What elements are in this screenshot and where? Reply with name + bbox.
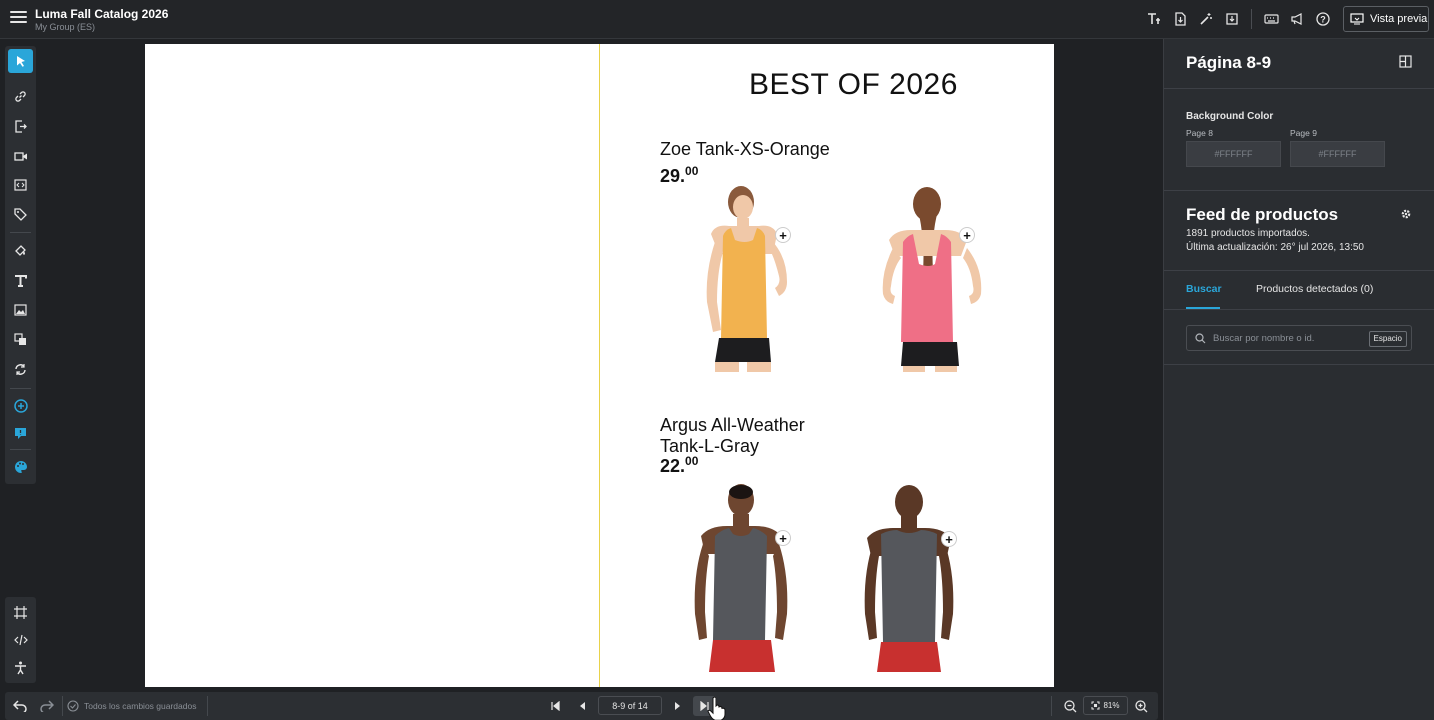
panel-divider [1164,364,1434,365]
fit-screen-icon [1091,701,1100,710]
page-8-color-swatch[interactable]: #FFFFFF [1186,141,1281,167]
first-page-icon[interactable] [545,697,565,715]
product-hotspot-plus[interactable]: + [941,531,957,547]
page-spine [599,44,600,687]
add-circle-icon[interactable] [8,394,33,418]
page-9-color-swatch[interactable]: #FFFFFF [1290,141,1385,167]
magic-wand-icon[interactable] [1195,9,1217,29]
product-search-box: Espacio [1186,325,1412,351]
product-photo-pink-back[interactable] [875,184,995,372]
video-tool-icon[interactable] [8,144,33,168]
panel-title: Página 8-9 [1186,53,1272,72]
document-title: Luma Fall Catalog 2026 [35,7,169,21]
megaphone-icon[interactable] [1286,9,1308,29]
price-decimal: 00 [685,164,699,178]
image-tool-icon[interactable] [8,298,33,322]
page-heading[interactable]: BEST OF 2026 [749,68,958,102]
accessibility-icon[interactable] [8,656,33,680]
panel-divider [1164,88,1434,89]
bottom-divider [1051,696,1052,716]
page-link-icon[interactable] [8,114,33,138]
product-feed-title: Feed de productos [1186,205,1339,224]
help-icon[interactable]: ? [1312,9,1334,29]
tool-rail-bottom [5,597,36,683]
hand-cursor-icon [707,696,726,720]
product-photo-orange-front[interactable] [693,180,803,372]
background-color-label: Background Color [1186,111,1274,122]
redo-icon[interactable] [37,697,57,715]
price-int: 22. [660,456,686,476]
panel-divider [1164,190,1434,191]
bottom-divider [207,696,208,716]
price-decimal: 00 [685,454,699,468]
next-page-icon[interactable] [668,697,688,715]
tool-rail-divider [10,232,31,233]
hamburger-menu-icon[interactable] [10,11,27,27]
code-icon[interactable] [8,628,33,652]
product-hotspot-plus[interactable]: + [775,227,791,243]
product-photo-gray-back[interactable] [859,482,959,672]
page-9-label: Page 9 [1290,128,1317,138]
feed-import-count: 1891 productos importados. [1186,228,1310,239]
product-hotspot-plus[interactable]: + [775,530,791,546]
fill-tool-icon[interactable] [8,238,33,262]
preview-label: Vista previa [1370,13,1428,25]
search-shortcut-key: Espacio [1368,331,1407,347]
tool-rail-divider [10,449,31,450]
zoom-out-icon[interactable] [1060,697,1080,715]
group-name: My Group (ES) [35,22,96,32]
panel-divider [1164,309,1434,310]
crop-grid-icon[interactable] [8,600,33,624]
page-8-label: Page 8 [1186,128,1213,138]
catalog-spread[interactable]: BEST OF 2026 Zoe Tank-XS-Orange 29.00 + … [145,44,1054,687]
panel-divider [1164,270,1434,271]
link-tool-icon[interactable] [8,84,33,108]
refresh-icon[interactable] [8,357,33,381]
save-status: Todos los cambios guardados [84,701,197,711]
zoom-in-icon[interactable] [1131,697,1151,715]
select-tool-icon[interactable] [8,49,33,73]
product-search-input[interactable] [1213,330,1363,346]
layers-tool-icon[interactable] [8,327,33,351]
previous-page-icon[interactable] [572,697,592,715]
monitor-icon [1350,13,1364,25]
undo-icon[interactable] [10,697,30,715]
saved-check-icon [63,697,83,715]
document-export-icon[interactable] [1169,9,1191,29]
product-photo-gray-front[interactable] [691,480,803,672]
search-icon [1195,333,1206,344]
toolbar-divider [1251,9,1252,29]
page-indicator[interactable]: 8-9 of 14 [598,696,662,715]
gear-icon[interactable] [1400,207,1412,225]
zoom-level[interactable]: 81% [1083,696,1128,715]
tab-detected-products[interactable]: Productos detectados (0) [1256,283,1373,295]
product-name[interactable]: Argus All-Weather Tank-L-Gray [660,415,805,457]
price-int: 29. [660,166,686,186]
top-bar: Luma Fall Catalog 2026 My Group (ES) ? V… [0,0,1434,39]
download-icon[interactable] [1221,9,1243,29]
keyboard-icon[interactable] [1260,9,1282,29]
preview-button[interactable]: Vista previa [1343,6,1429,32]
palette-icon[interactable] [8,455,33,479]
properties-panel: Página 8-9 Background Color Page 8 Page … [1163,39,1434,720]
zoom-value: 81% [1103,701,1120,710]
product-price[interactable]: 22.00 [660,454,698,477]
svg-text:?: ? [1320,15,1326,25]
comment-icon[interactable] [8,421,33,445]
tag-tool-icon[interactable] [8,202,33,226]
product-name[interactable]: Zoe Tank-XS-Orange [660,139,830,160]
product-name-line1: Argus All-Weather [660,415,805,435]
tab-search[interactable]: Buscar [1186,283,1222,295]
layout-icon[interactable] [1399,55,1412,73]
feed-last-updated: Última actualización: 26° jul 2026, 13:5… [1186,242,1364,253]
text-tool-icon[interactable] [8,268,33,292]
product-hotspot-plus[interactable]: + [959,227,975,243]
embed-tool-icon[interactable] [8,173,33,197]
tool-rail-divider [10,388,31,389]
tool-rail [5,46,36,484]
text-format-icon[interactable] [1143,9,1165,29]
bottom-bar: Todos los cambios guardados 8-9 of 14 81… [5,692,1158,720]
